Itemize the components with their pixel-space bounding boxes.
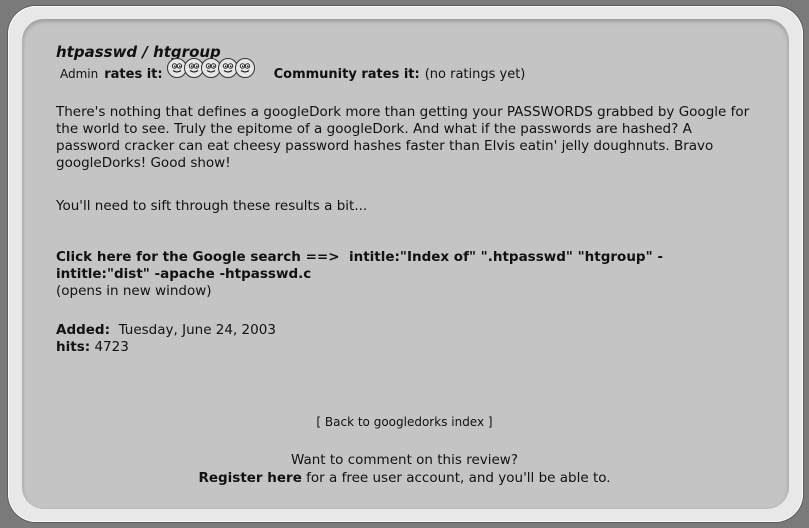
hits-label: hits:: [56, 339, 91, 355]
community-rates-label: Community rates it:: [273, 66, 420, 82]
google-search-link-label: Click here for the Google search ==>: [56, 249, 340, 265]
added-date: Tuesday, June 24, 2003: [118, 322, 276, 338]
register-link[interactable]: Register here: [198, 470, 301, 486]
rates-it-label: rates it:: [104, 66, 163, 82]
rating-row: Admin rates it: Community rates it: (no …: [60, 58, 526, 84]
back-to-index-link[interactable]: [ Back to googledorks index ]: [316, 415, 492, 429]
comment-section: Want to comment on this review? Register…: [0, 451, 809, 487]
meta-info: Added: Tuesday, June 24, 2003 hits: 4723: [56, 322, 276, 356]
sift-note: You'll need to sift through these result…: [56, 198, 368, 214]
added-label: Added:: [56, 322, 110, 338]
comment-prompt: Want to comment on this review?: [290, 452, 518, 468]
review-description: There's nothing that defines a googleDor…: [56, 104, 750, 171]
admin-rating-faces: [166, 58, 255, 78]
register-suffix: for a free user account, and you'll be a…: [306, 470, 611, 486]
community-rating-value: (no ratings yet): [424, 66, 526, 82]
admin-label: Admin: [60, 67, 99, 81]
googledork-face-icon: [234, 58, 255, 78]
hits-count: 4723: [94, 339, 129, 355]
search-block: Click here for the Google search ==> int…: [56, 249, 756, 300]
new-window-note: (opens in new window): [56, 283, 212, 299]
back-link-row: [ Back to googledorks index ]: [0, 415, 809, 429]
google-search-link[interactable]: Click here for the Google search ==> int…: [56, 249, 663, 282]
